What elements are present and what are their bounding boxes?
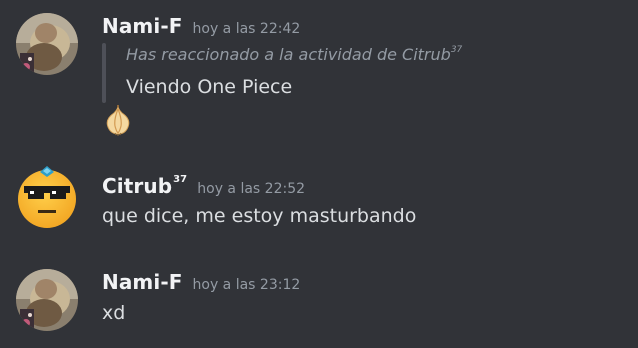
message-content: que dice, me estoy masturbando (102, 205, 417, 227)
citrub-avatar[interactable] (16, 166, 78, 228)
activity-text: Viendo One Piece (126, 76, 293, 98)
nami-avatar-image (16, 13, 78, 75)
username-superscript: 37 (173, 174, 188, 186)
nami-avatar-image (16, 269, 78, 331)
chat-messages: Nami-F hoy a las 22:42 Has reaccionado a … (0, 0, 638, 348)
activity-reaction-superscript: 37 (450, 44, 463, 55)
sunglasses-face-icon (18, 166, 76, 228)
timestamp: hoy a las 23:12 (192, 277, 301, 293)
onion-icon[interactable] (102, 104, 134, 136)
nami-avatar[interactable] (16, 269, 78, 331)
username-text: Citrub (102, 174, 173, 198)
username[interactable]: Nami-F (102, 14, 183, 38)
timestamp: hoy a las 22:42 (192, 21, 301, 37)
activity-reaction-context: Has reaccionado a la actividad de Citrub… (126, 45, 462, 64)
activity-reaction-text: Has reaccionado a la actividad de Citrub (126, 45, 451, 64)
username[interactable]: Citrub37 (102, 174, 187, 198)
nami-avatar[interactable] (16, 13, 78, 75)
quote-bar (102, 43, 106, 103)
message-content: xd (102, 302, 126, 324)
timestamp: hoy a las 22:52 (197, 181, 306, 197)
username[interactable]: Nami-F (102, 270, 183, 294)
